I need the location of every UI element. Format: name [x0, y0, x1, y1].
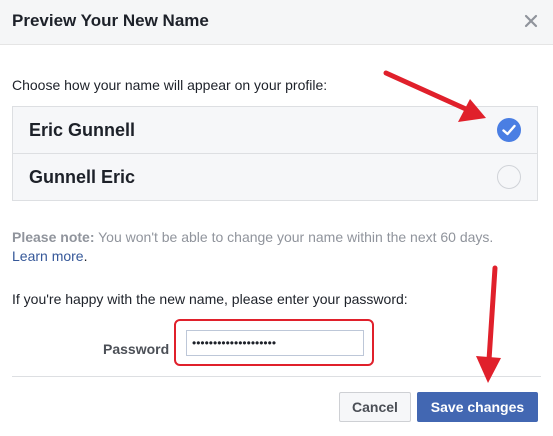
password-instruction: If you're happy with the new name, pleas… — [12, 291, 408, 307]
radio-checked[interactable] — [497, 118, 521, 142]
cancel-button[interactable]: Cancel — [339, 392, 411, 422]
close-button[interactable] — [521, 11, 541, 31]
footer-divider — [12, 376, 541, 377]
note-suffix: . — [83, 248, 88, 264]
name-options-list: Eric Gunnell Gunnell Eric — [12, 106, 538, 201]
password-label: Password — [103, 341, 170, 357]
close-icon — [524, 14, 538, 28]
annotation-arrows — [383, 70, 501, 383]
arrow-to-save-button — [476, 265, 501, 383]
radio-unchecked[interactable] — [497, 165, 521, 189]
checkmark-icon — [502, 124, 516, 136]
preview-name-dialog: Preview Your New Name Choose how your na… — [0, 0, 553, 436]
learn-more-link[interactable]: Learn more — [12, 248, 84, 264]
password-input[interactable] — [186, 330, 364, 356]
dialog-title: Preview Your New Name — [12, 11, 209, 30]
note-prefix: Please note: — [12, 229, 95, 245]
name-change-note: Please note: You won't be able to change… — [12, 228, 542, 266]
name-option-eric-gunnell[interactable]: Eric Gunnell — [13, 107, 537, 153]
name-option-gunnell-eric[interactable]: Gunnell Eric — [13, 154, 537, 200]
dialog-header: Preview Your New Name — [0, 0, 553, 45]
name-option-label: Eric Gunnell — [29, 120, 136, 140]
name-choice-prompt: Choose how your name will appear on your… — [12, 77, 328, 93]
save-changes-button[interactable]: Save changes — [417, 392, 538, 422]
name-option-label: Gunnell Eric — [29, 167, 136, 187]
note-text: You won't be able to change your name wi… — [94, 229, 494, 245]
